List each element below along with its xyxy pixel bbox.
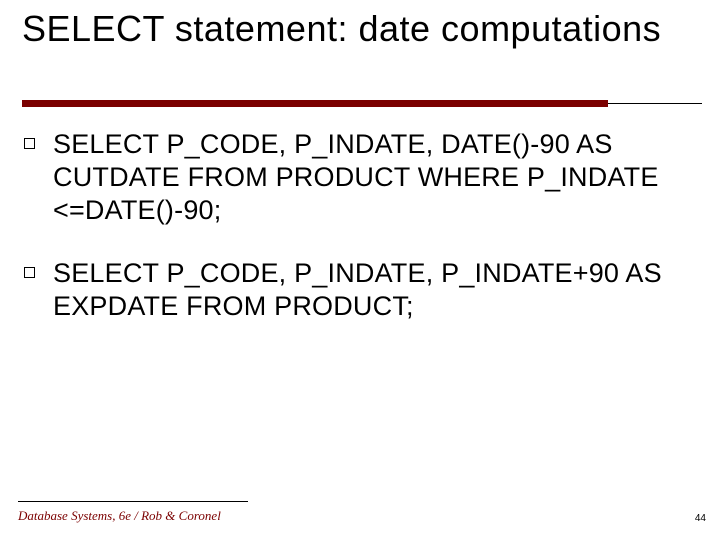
slide-title: SELECT statement: date computations bbox=[0, 0, 720, 49]
square-bullet-icon bbox=[24, 267, 35, 278]
title-underline-thin bbox=[608, 103, 702, 104]
page-number: 44 bbox=[695, 513, 706, 524]
slide-body: SELECT P_CODE, P_INDATE, DATE()-90 AS CU… bbox=[24, 128, 702, 353]
title-underline-thick bbox=[22, 100, 608, 107]
footer-divider bbox=[18, 501, 248, 502]
square-bullet-icon bbox=[24, 138, 35, 149]
list-item-text: SELECT P_CODE, P_INDATE, DATE()-90 AS CU… bbox=[53, 128, 702, 227]
list-item-text: SELECT P_CODE, P_INDATE, P_INDATE+90 AS … bbox=[53, 257, 702, 323]
footer-text: Database Systems, 6e / Rob & Coronel bbox=[18, 508, 221, 524]
list-item: SELECT P_CODE, P_INDATE, DATE()-90 AS CU… bbox=[24, 128, 702, 227]
slide: SELECT statement: date computations SELE… bbox=[0, 0, 720, 540]
list-item: SELECT P_CODE, P_INDATE, P_INDATE+90 AS … bbox=[24, 257, 702, 323]
